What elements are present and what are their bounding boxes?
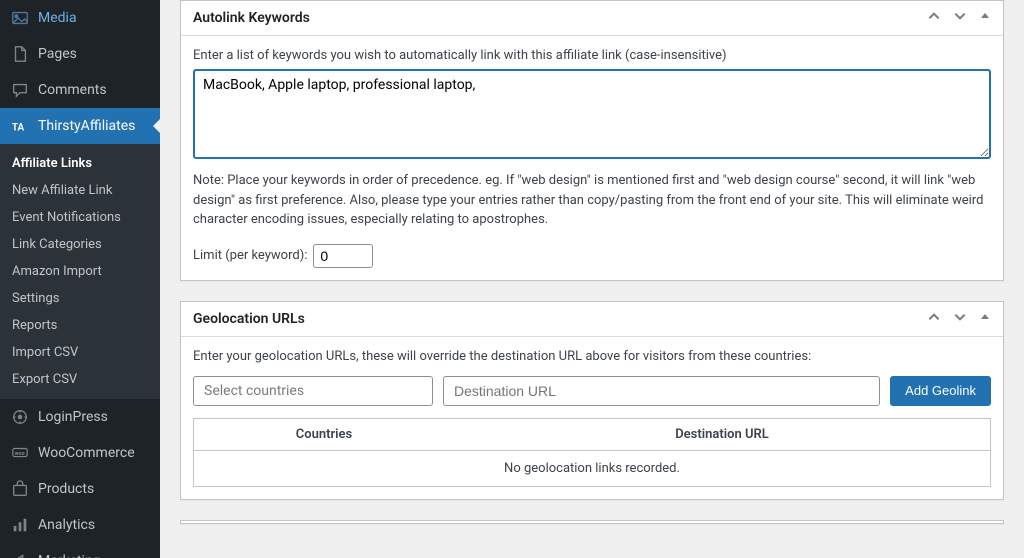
analytics-icon — [10, 515, 30, 535]
media-icon — [10, 8, 30, 28]
limit-label: Limit (per keyword): — [193, 248, 307, 263]
sidebar-item-label: WooCommerce — [38, 445, 135, 461]
sidebar-item-label: Pages — [38, 46, 77, 62]
geo-description: Enter your geolocation URLs, these will … — [193, 349, 991, 364]
metabox-header: Autolink Keywords — [181, 1, 1003, 36]
metabox-controls — [927, 310, 991, 328]
toggle-collapse-icon[interactable] — [979, 10, 991, 26]
svg-text:TA: TA — [12, 123, 25, 134]
sidebar-item-thirstyaffiliates[interactable]: TA ThirstyAffiliates — [0, 108, 160, 144]
sidebar-item-label: Media — [38, 10, 77, 26]
metabox-title: Geolocation URLs — [193, 311, 305, 327]
geolocation-urls-metabox: Geolocation URLs Enter your geolocation … — [180, 301, 1004, 500]
limit-input[interactable] — [313, 244, 373, 268]
marketing-icon — [10, 551, 30, 558]
submenu-import-csv[interactable]: Import CSV — [0, 339, 160, 366]
sidebar-item-pages[interactable]: Pages — [0, 36, 160, 72]
submenu-link-categories[interactable]: Link Categories — [0, 231, 160, 258]
sidebar-item-media[interactable]: Media — [0, 0, 160, 36]
submenu-reports[interactable]: Reports — [0, 312, 160, 339]
loginpress-icon — [10, 407, 30, 427]
submenu-affiliate-links[interactable]: Affiliate Links — [0, 150, 160, 177]
metabox-body: Enter your geolocation URLs, these will … — [181, 337, 1003, 499]
move-up-icon[interactable] — [927, 310, 941, 328]
submenu-amazon-import[interactable]: Amazon Import — [0, 258, 160, 285]
main-content: Autolink Keywords Enter a list of keywor… — [160, 0, 1024, 558]
limit-row: Limit (per keyword): — [193, 244, 991, 268]
comment-icon — [10, 80, 30, 100]
sidebar-item-label: Analytics — [38, 517, 95, 533]
sidebar-item-label: Products — [38, 481, 94, 497]
table-empty-message: No geolocation links recorded. — [194, 451, 990, 486]
select-countries-input[interactable]: Select countries — [193, 376, 433, 406]
woocommerce-icon: woo — [10, 443, 30, 463]
geolinks-table: Countries Destination URL No geolocation… — [193, 418, 991, 487]
submenu-event-notifications[interactable]: Event Notifications — [0, 204, 160, 231]
sidebar-item-comments[interactable]: Comments — [0, 72, 160, 108]
sidebar-item-analytics[interactable]: Analytics — [0, 507, 160, 543]
sidebar-item-products[interactable]: Products — [0, 471, 160, 507]
column-destination-url: Destination URL — [454, 419, 990, 450]
autolink-note: Note: Place your keywords in order of pr… — [193, 171, 991, 230]
sidebar-item-label: LoginPress — [38, 409, 108, 425]
autolink-description: Enter a list of keywords you wish to aut… — [193, 48, 991, 63]
move-down-icon[interactable] — [953, 310, 967, 328]
submenu-new-affiliate-link[interactable]: New Affiliate Link — [0, 177, 160, 204]
table-header-row: Countries Destination URL — [194, 419, 990, 451]
move-up-icon[interactable] — [927, 9, 941, 27]
autolink-keywords-metabox: Autolink Keywords Enter a list of keywor… — [180, 0, 1004, 281]
sidebar-item-loginpress[interactable]: LoginPress — [0, 399, 160, 435]
toggle-collapse-icon[interactable] — [979, 311, 991, 327]
move-down-icon[interactable] — [953, 9, 967, 27]
products-icon — [10, 479, 30, 499]
submenu-settings[interactable]: Settings — [0, 285, 160, 312]
keywords-textarea[interactable] — [193, 69, 991, 159]
column-countries: Countries — [194, 419, 454, 450]
submenu-export-csv[interactable]: Export CSV — [0, 366, 160, 393]
sidebar-item-label: Marketing — [38, 553, 101, 558]
metabox-title: Autolink Keywords — [193, 10, 310, 26]
admin-sidebar: Media Pages Comments TA ThirstyAffiliate… — [0, 0, 160, 558]
destination-url-input[interactable] — [443, 376, 880, 406]
svg-text:woo: woo — [15, 451, 25, 457]
metabox-body: Enter a list of keywords you wish to aut… — [181, 36, 1003, 280]
thirstyaffiliates-submenu: Affiliate Links New Affiliate Link Event… — [0, 144, 160, 399]
sidebar-item-woocommerce[interactable]: woo WooCommerce — [0, 435, 160, 471]
sidebar-item-label: ThirstyAffiliates — [38, 118, 135, 134]
metabox-header: Geolocation URLs — [181, 302, 1003, 337]
ta-icon: TA — [10, 116, 30, 136]
geo-input-row: Select countries Add Geolink — [193, 376, 991, 406]
sidebar-item-label: Comments — [38, 82, 107, 98]
page-icon — [10, 44, 30, 64]
next-metabox-stub — [180, 520, 1004, 524]
metabox-controls — [927, 9, 991, 27]
add-geolink-button[interactable]: Add Geolink — [890, 376, 991, 406]
sidebar-item-marketing[interactable]: Marketing — [0, 543, 160, 558]
